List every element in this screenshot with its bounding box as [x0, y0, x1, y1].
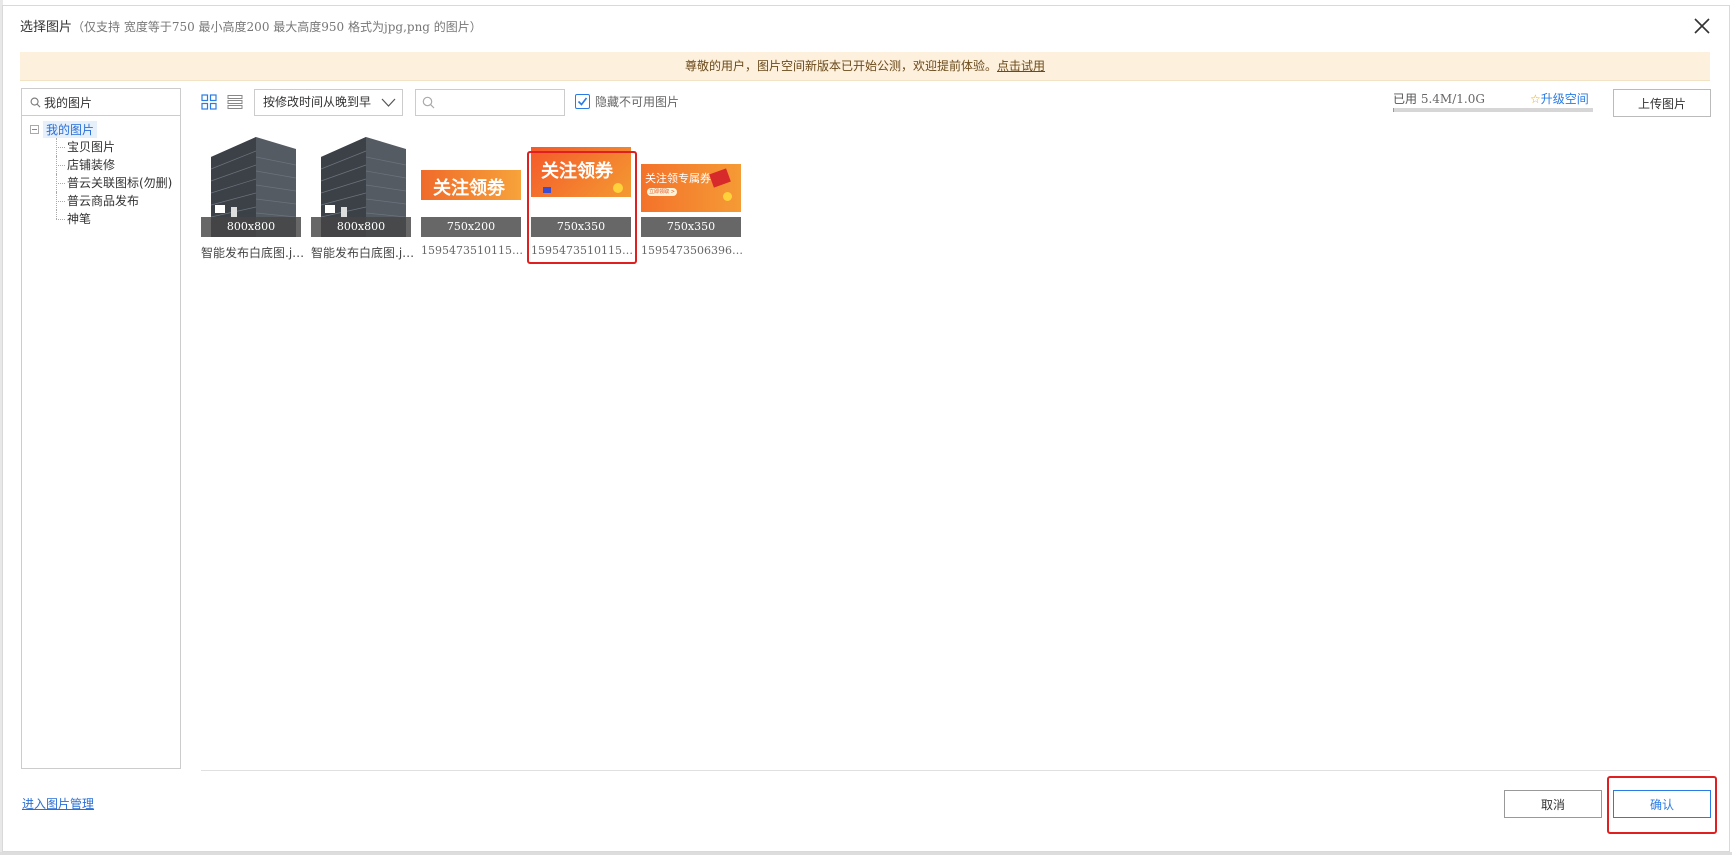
storage-usage: 已用 5.4M/1.0G [1393, 90, 1485, 107]
image-name: 智能发布白底图.jpg [311, 246, 415, 260]
storage-usage-fill [1393, 108, 1394, 112]
folder-tree: 我的图片 宝贝图片 店铺装修 普云关联图标(勿删) 普云商品发布 神笔 [22, 116, 180, 228]
storage-usage-bar [1393, 108, 1593, 112]
upgrade-space-link[interactable]: ☆升级空间 [1530, 90, 1589, 107]
storage-usage-value: 5.4M/1.0G [1420, 92, 1485, 106]
image-search-input[interactable] [440, 92, 562, 114]
banner-pill: 立即领取 > [647, 188, 677, 196]
folder-search[interactable]: 我的图片 [22, 89, 180, 116]
dialog-title-text: 选择图片 [20, 20, 73, 35]
confirm-button[interactable]: 确认 [1613, 790, 1711, 818]
image-name: 智能发布白底图.jpg [201, 246, 305, 260]
notice-try-link[interactable]: 点击试用 [997, 59, 1045, 73]
upgrade-space-label: 升级空间 [1540, 92, 1589, 106]
chevron-down-icon [381, 98, 396, 107]
sort-select-value: 按修改时间从晚到早 [263, 95, 372, 109]
collapse-icon[interactable] [30, 124, 39, 134]
dialog-title: 选择图片（仅支持 宽度等于750 最小高度200 最大高度950 格式为jpg,… [20, 16, 482, 35]
search-icon [30, 97, 41, 107]
close-icon [1694, 18, 1710, 34]
banner-text: 关注领专属券 [645, 172, 711, 185]
image-search-box[interactable] [415, 89, 565, 116]
image-dimensions: 800x800 [201, 217, 301, 237]
image-name: 1595473506396-... [641, 244, 745, 257]
folder-item[interactable]: 神笔 [22, 210, 180, 228]
image-dimensions: 800x800 [311, 217, 411, 237]
image-name: 1595473510115-... [531, 244, 635, 257]
upload-image-button[interactable]: 上传图片 [1613, 89, 1711, 117]
folder-sidebar: 我的图片 我的图片 宝贝图片 店铺装修 普云关联图标(勿删) 普云商品发布 神笔 [21, 88, 181, 769]
folder-item[interactable]: 普云商品发布 [22, 192, 180, 210]
image-dimensions: 750x350 [531, 217, 631, 237]
tree-root-label: 我的图片 [43, 120, 98, 138]
sort-select[interactable]: 按修改时间从晚到早 [254, 89, 403, 116]
image-picker-dialog [2, 5, 1730, 852]
search-icon [422, 96, 435, 109]
footer-divider [201, 770, 1710, 771]
close-button[interactable] [1690, 14, 1714, 38]
folder-item[interactable]: 店铺装修 [22, 156, 180, 174]
image-dimensions: 750x200 [421, 217, 521, 237]
folder-item[interactable]: 宝贝图片 [22, 138, 180, 156]
gift-icon [543, 187, 551, 193]
coin-icon [723, 192, 732, 201]
banner-text: 关注领券 [541, 161, 613, 182]
hide-unavailable-checkbox[interactable]: 隐藏不可用图片 [575, 93, 679, 110]
notice-text: 尊敬的用户，图片空间新版本已开始公测，欢迎提前体验。 [684, 59, 997, 73]
list-view-icon[interactable] [227, 94, 243, 110]
checkbox-checked-icon[interactable] [575, 94, 590, 109]
manage-images-link[interactable]: 进入图片管理 [22, 795, 94, 812]
tree-root-my-images[interactable]: 我的图片 [22, 120, 180, 138]
image-name: 1595473510115-... [421, 244, 525, 257]
storage-usage-label: 已用 [1393, 92, 1418, 106]
image-dimensions: 750x350 [641, 217, 741, 237]
grid-view-icon[interactable] [201, 94, 217, 110]
folder-search-label: 我的图片 [44, 95, 93, 110]
banner-text: 关注领劵 [433, 178, 505, 199]
star-icon: ☆ [1530, 92, 1541, 106]
dialog-title-hint: （仅支持 宽度等于750 最小高度200 最大高度950 格式为jpg,png … [72, 20, 482, 34]
coin-icon [613, 183, 623, 193]
beta-notice-banner: 尊敬的用户，图片空间新版本已开始公测，欢迎提前体验。点击试用 [20, 52, 1710, 81]
folder-item[interactable]: 普云关联图标(勿删) [22, 174, 180, 192]
cancel-button[interactable]: 取消 [1504, 790, 1602, 818]
hide-unavailable-label: 隐藏不可用图片 [595, 95, 680, 109]
